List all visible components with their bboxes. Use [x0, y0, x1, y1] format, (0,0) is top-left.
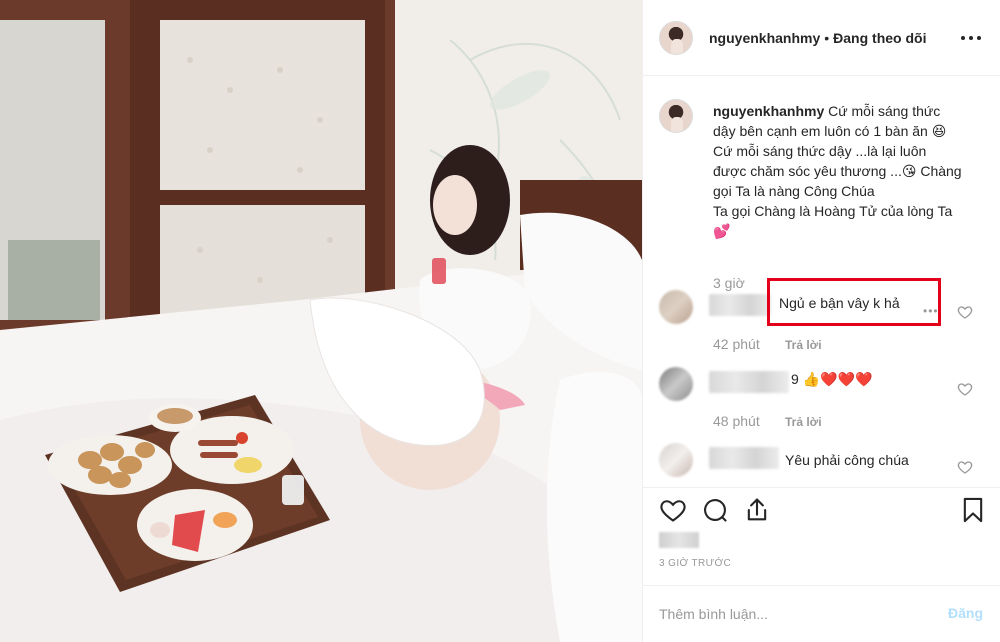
heart-icon[interactable]: [957, 304, 973, 320]
bookmark-icon[interactable]: [959, 496, 987, 524]
reply-button[interactable]: Trả lời: [785, 338, 822, 352]
post-sidebar: nguyenkhanhmy • Đang theo dõi nguyenkhan…: [642, 0, 1000, 642]
comment-text: 9 👍❤️❤️❤️: [791, 371, 873, 387]
commenter-username-blurred[interactable]: [709, 447, 779, 469]
post-comment-button[interactable]: Đăng: [948, 605, 983, 621]
commenter-username-blurred[interactable]: [709, 294, 771, 316]
header-separator: •: [824, 29, 830, 46]
caption-text: nguyenkhanhmy Cứ mỗi sáng thức dậy bên c…: [713, 101, 989, 241]
caption-avatar[interactable]: [659, 99, 693, 133]
commenter-avatar[interactable]: [659, 443, 693, 477]
commenter-username-blurred[interactable]: [709, 371, 789, 393]
comment-icon[interactable]: [701, 496, 729, 524]
caption-line-7: 💕: [713, 223, 731, 239]
bedroom-breakfast-photo: [0, 0, 642, 642]
heart-icon[interactable]: [957, 459, 973, 475]
comment-time: 48 phút: [713, 413, 760, 429]
caption-username[interactable]: nguyenkhanhmy: [713, 103, 824, 119]
likes-count-blurred[interactable]: [659, 532, 699, 548]
following-status[interactable]: Đang theo dõi: [833, 30, 926, 46]
comment-text: Yêu phải công chúa: [785, 452, 909, 468]
comment-item: 9 👍❤️❤️❤️ 48 phút Trả lời: [643, 367, 1000, 437]
comments-list[interactable]: nguyenkhanhmy Cứ mỗi sáng thức dậy bên c…: [643, 77, 1000, 487]
more-icon[interactable]: [959, 28, 983, 48]
caption-line-5: gọi Ta là nàng Công Chúa: [713, 183, 875, 199]
author-avatar[interactable]: [659, 20, 693, 55]
commenter-avatar[interactable]: [659, 367, 693, 401]
commenter-avatar[interactable]: [659, 290, 693, 324]
reply-button[interactable]: Trả lời: [785, 415, 822, 429]
caption-line-4: được chăm sóc yêu thương ...😘 Chàng: [713, 163, 962, 179]
highlight-box: [767, 278, 941, 326]
caption-time: 3 giờ: [713, 275, 745, 291]
caption-line-3: Cứ mỗi sáng thức dậy ...là lại luôn: [713, 143, 927, 159]
caption-line-6: Ta gọi Chàng là Hoàng Tử của lòng Ta: [713, 203, 953, 219]
add-comment-bar: Đăng: [643, 585, 1000, 642]
comment-time: 42 phút: [713, 336, 760, 352]
heart-icon[interactable]: [659, 496, 687, 524]
author-username[interactable]: nguyenkhanhmy: [709, 30, 820, 46]
heart-icon[interactable]: [957, 381, 973, 397]
comment-input[interactable]: [659, 602, 929, 626]
posted-time: 3 GIỜ TRƯỚC: [659, 558, 732, 569]
comment-item: Yêu phải công chúa: [643, 443, 1000, 487]
post-header: nguyenkhanhmy • Đang theo dõi: [643, 0, 1000, 76]
caption-line-1: Cứ mỗi sáng thức: [828, 103, 941, 119]
caption-line-2: dậy bên cạnh em luôn có 1 bàn ăn 😆: [713, 123, 947, 139]
share-icon[interactable]: [743, 496, 771, 524]
post-photo[interactable]: [0, 0, 642, 642]
